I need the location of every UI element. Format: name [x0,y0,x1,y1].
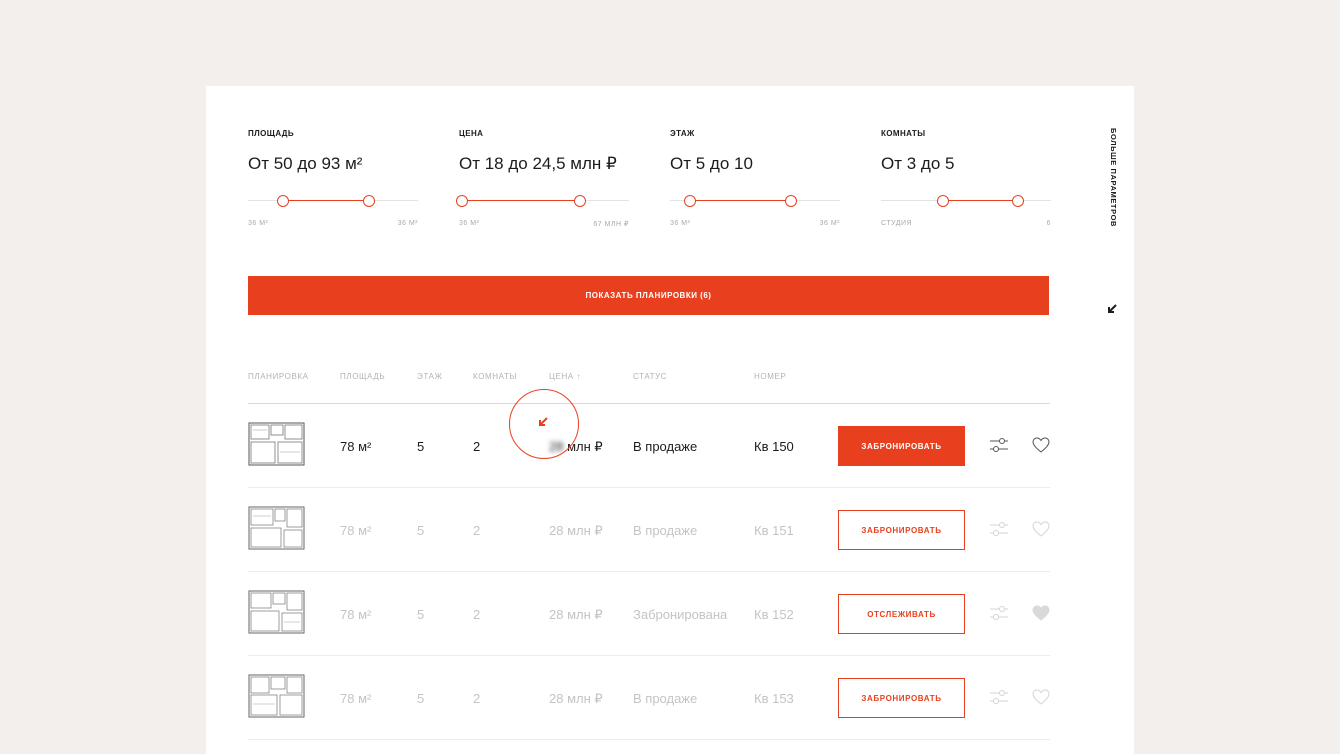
row-divider [248,739,1050,740]
arrow-down-left-icon[interactable] [1106,303,1118,317]
floor-plan-icon [248,422,305,466]
slider-max-handle[interactable] [363,195,375,207]
column-header-rooms[interactable]: КОМНАТЫ [473,372,517,381]
slider-min-label: 36 М² [248,220,269,227]
filter-value: От 3 до 5 [881,154,955,173]
row-number: Кв 150 [754,439,794,454]
search-panel: ПЛОЩАДЬ От 50 до 93 м² 36 М² 36 М² ЦЕНА … [206,86,1134,754]
column-header-plan[interactable]: ПЛАНИРОВКА [248,372,309,381]
row-rooms: 2 [473,439,481,454]
slider-range [943,200,1018,201]
row-area: 78 м² [340,439,372,454]
filter-label: ЦЕНА [459,129,484,138]
row-floor: 5 [417,607,425,622]
heart-icon[interactable] [1032,437,1050,453]
column-header-price[interactable]: ЦЕНА ↑ [549,372,581,381]
filter-value: От 5 до 10 [670,154,753,173]
row-status: В продаже [633,523,698,538]
show-plans-button[interactable]: ПОКАЗАТЬ ПЛАНИРОВКИ (6) [248,276,1049,315]
filter-value: От 50 до 93 м² [248,154,363,173]
table-row[interactable]: 78 м² 5 2 28 млн ₽ В продаже Кв 150 ЗАБР… [206,404,1134,488]
filter-label: КОМНАТЫ [881,129,926,138]
table-row[interactable]: 78 м² 5 2 28 млн ₽ Забронирована Кв 152 … [206,572,1134,656]
heart-icon[interactable] [1032,605,1050,621]
filter-value: От 18 до 24,5 млн ₽ [459,154,617,173]
arrow-down-left-icon [537,416,549,430]
row-floor: 5 [417,439,425,454]
filter-label: ПЛОЩАДЬ [248,129,295,138]
row-status: В продаже [633,691,698,706]
row-number: Кв 151 [754,523,794,538]
row-floor: 5 [417,523,425,538]
filter-label: ЭТАЖ [670,129,695,138]
slider-max-handle[interactable] [574,195,586,207]
track-button[interactable]: ОТСЛЕЖИВАТЬ [838,594,965,634]
row-number: Кв 153 [754,691,794,706]
sliders-icon[interactable] [989,436,1009,454]
floor-plan-icon [248,506,305,550]
heart-icon[interactable] [1032,521,1050,537]
more-params-link[interactable]: БОЛЬШЕ ПАРАМЕТРОВ [1109,128,1118,227]
slider-min-handle[interactable] [684,195,696,207]
slider-max-handle[interactable] [1012,195,1024,207]
row-status: Забронирована [633,607,728,622]
row-number: Кв 152 [754,607,794,622]
slider-min-label: 36 М² [459,220,480,227]
book-button[interactable]: ЗАБРОНИРОВАТЬ [838,426,965,466]
slider-max-label: 36 М² [819,220,840,227]
slider-range [467,200,585,201]
row-price: 28 млн ₽ [549,607,603,622]
slider-max-handle[interactable] [785,195,797,207]
floor-plan-icon [248,674,305,718]
slider-min-label: СТУДИЯ [881,220,913,227]
row-rooms: 2 [473,607,481,622]
slider-min-handle[interactable] [456,195,468,207]
slider-min-label: 36 М² [670,220,691,227]
row-area: 78 м² [340,607,372,622]
slider-max-label: 67 МЛН ₽ [593,221,629,228]
row-rooms: 2 [473,523,481,538]
slider-range [690,200,791,201]
floor-plan-icon [248,590,305,634]
row-area: 78 м² [340,523,372,538]
sliders-icon[interactable] [989,688,1009,706]
row-price: 28 млн ₽ [549,691,603,706]
sliders-icon[interactable] [989,604,1009,622]
slider-min-handle[interactable] [937,195,949,207]
row-price: 28 млн ₽ [549,523,603,538]
column-header-area[interactable]: ПЛОЩАДЬ [340,372,385,381]
column-header-number[interactable]: НОМЕР [754,372,786,381]
row-floor: 5 [417,691,425,706]
slider-min-handle[interactable] [277,195,289,207]
book-button[interactable]: ЗАБРОНИРОВАТЬ [838,510,965,550]
slider-range [288,200,374,201]
heart-icon[interactable] [1032,689,1050,705]
sliders-icon[interactable] [989,520,1009,538]
table-row[interactable]: 78 м² 5 2 28 млн ₽ В продаже Кв 151 ЗАБР… [206,488,1134,572]
row-status: В продаже [633,439,698,454]
row-area: 78 м² [340,691,372,706]
slider-max-label: 6 [1046,220,1051,227]
slider-max-label: 36 М² [397,220,418,227]
table-row[interactable]: 78 м² 5 2 28 млн ₽ В продаже Кв 153 ЗАБР… [206,656,1134,740]
row-rooms: 2 [473,691,481,706]
column-header-status[interactable]: СТАТУС [633,372,667,381]
book-button[interactable]: ЗАБРОНИРОВАТЬ [838,678,965,718]
column-header-floor[interactable]: ЭТАЖ [417,372,443,381]
